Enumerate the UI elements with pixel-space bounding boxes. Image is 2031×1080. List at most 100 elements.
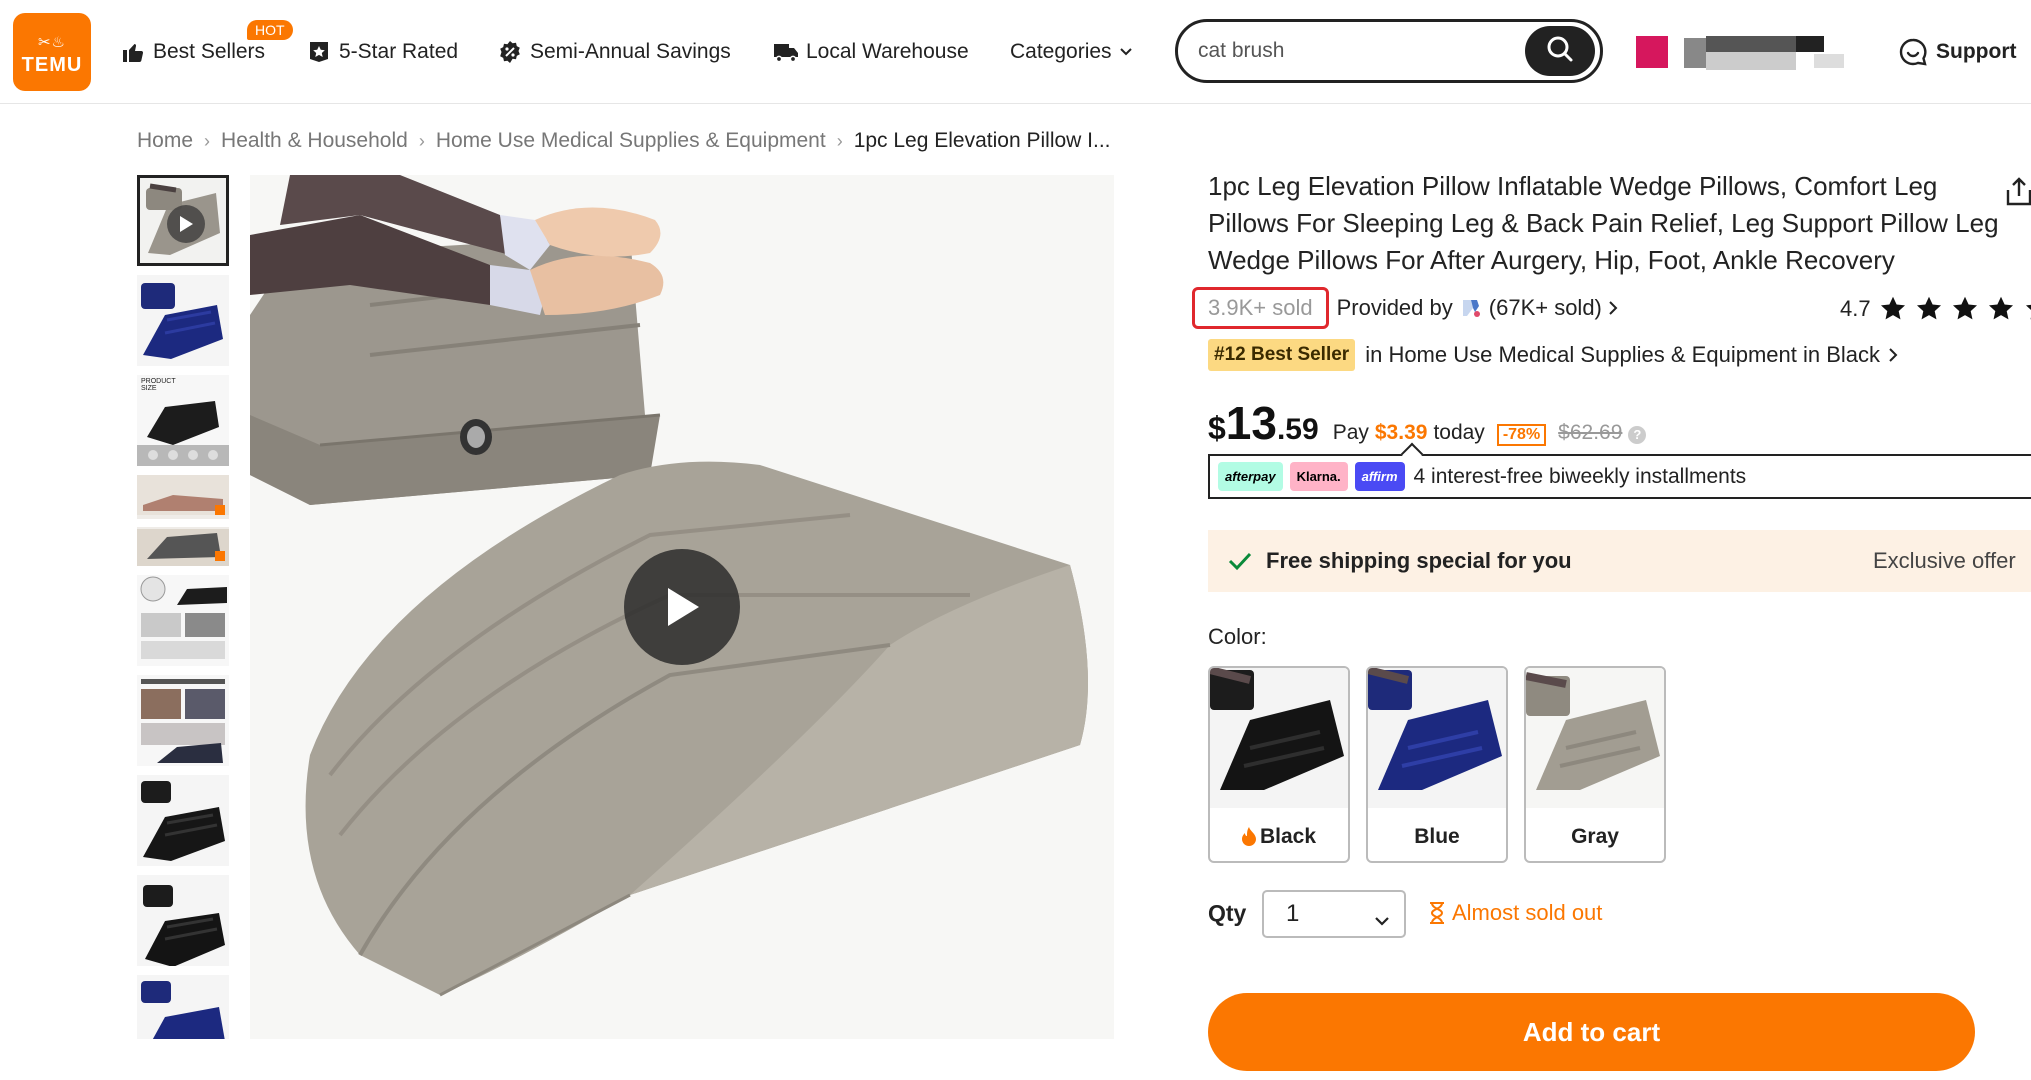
stock-status: Almost sold out: [1428, 900, 1602, 926]
temu-logo[interactable]: ✂︎♨︎ TEMU: [13, 13, 91, 91]
nav-categories[interactable]: Categories: [1010, 34, 1134, 70]
star-icon: [1952, 296, 1977, 320]
color-option-gray[interactable]: Gray: [1524, 666, 1666, 863]
nav-best-sellers-label: Best Sellers: [153, 40, 266, 63]
best-seller-row[interactable]: #12 Best Seller in Home Use Medical Supp…: [1208, 337, 1898, 373]
price-decimal: .59: [1276, 413, 1319, 446]
play-video-button[interactable]: [624, 549, 740, 665]
qty-label: Qty: [1208, 900, 1247, 926]
provider-link[interactable]: Provided by (67K+ sold): [1337, 295, 1618, 321]
info-icon[interactable]: ?: [1628, 425, 1647, 444]
thumbnail-video[interactable]: [137, 175, 229, 266]
sold-count: 3.9K+ sold: [1192, 287, 1329, 329]
pay-today-amount: $3.39: [1374, 421, 1428, 444]
color-option-label: Gray: [1526, 825, 1664, 849]
thumbnail-image[interactable]: [137, 675, 229, 766]
color-option-black[interactable]: Black: [1208, 666, 1350, 863]
support-link[interactable]: Support: [1898, 34, 2016, 70]
truck-icon: [773, 39, 799, 65]
redacted-account-block: [1814, 54, 1844, 68]
installments-text: 4 interest-free biweekly installments: [1413, 464, 1747, 488]
breadcrumb-current: 1pc Leg Elevation Pillow I...: [853, 129, 1111, 152]
chat-bubble-icon: [1898, 37, 1928, 67]
thumbnail-image[interactable]: PRODUCT SIZE: [137, 375, 229, 466]
color-swatch-image: [1210, 668, 1348, 808]
fire-icon: [1241, 827, 1256, 847]
redacted-account-block: [1706, 36, 1796, 52]
search-icon: [1546, 35, 1574, 68]
thumbnail-image[interactable]: [137, 975, 229, 1039]
play-icon: [167, 205, 205, 243]
nav-local-warehouse[interactable]: Local Warehouse: [773, 34, 969, 70]
color-option-label: Blue: [1368, 825, 1506, 849]
star-badge-icon: [306, 39, 332, 65]
breadcrumb: Home › Health & Household › Home Use Med…: [137, 126, 1111, 156]
share-icon[interactable]: [2004, 176, 2031, 213]
logo-icons: ✂︎♨︎: [37, 34, 66, 51]
thumbnail-image[interactable]: [137, 775, 229, 866]
search-bar: [1175, 19, 1603, 83]
star-icon: [1880, 296, 1905, 320]
star-icon: [1988, 296, 2013, 320]
store-logo-icon: [1459, 296, 1483, 320]
redacted-account-block: [1796, 36, 1824, 52]
logo-text: TEMU: [21, 54, 83, 76]
color-option-blue[interactable]: Blue: [1366, 666, 1508, 863]
stock-status-text: Almost sold out: [1452, 900, 1603, 925]
star-half-icon: [2025, 304, 2031, 320]
add-to-cart-button[interactable]: Add to cart: [1208, 993, 1975, 1071]
thumbnail-image[interactable]: [137, 475, 229, 566]
rating-value: 4.7: [1840, 296, 1871, 321]
provided-by-label: Provided by: [1336, 295, 1453, 320]
quantity-select[interactable]: 1: [1262, 890, 1406, 938]
nav-five-star-rated[interactable]: 5-Star Rated: [306, 34, 458, 70]
price-integer: 13: [1225, 397, 1277, 449]
color-swatch-image: [1368, 668, 1506, 808]
discount-badge: -78%: [1496, 424, 1547, 446]
best-seller-category: in Home Use Medical Supplies & Equipment…: [1365, 342, 1881, 367]
breadcrumb-home[interactable]: Home: [137, 129, 193, 153]
nav-best-sellers[interactable]: Best Sellers: [120, 34, 265, 70]
nav-semi-annual-savings[interactable]: Semi-Annual Savings: [497, 34, 731, 70]
check-icon: [1228, 551, 1252, 571]
rating-summary[interactable]: 4.7: [1840, 292, 2031, 326]
installments-banner[interactable]: afterpay Klarna. affirm 4 interest-free …: [1208, 442, 2031, 499]
thumbnail-strip: PRODUCT SIZE: [137, 175, 229, 1039]
breadcrumb-health-household[interactable]: Health & Household: [221, 129, 408, 153]
original-price: $62.69: [1558, 421, 1623, 444]
thumbnail-image[interactable]: [137, 575, 229, 666]
thumbnail-image[interactable]: [137, 875, 229, 966]
play-icon: [668, 588, 699, 626]
percent-badge-icon: [497, 39, 523, 65]
breadcrumb-medical-supplies[interactable]: Home Use Medical Supplies & Equipment: [436, 129, 826, 153]
svg-text:SIZE: SIZE: [141, 385, 157, 392]
hourglass-icon: [1428, 902, 1446, 924]
breadcrumb-separator: ›: [418, 130, 425, 151]
color-name: Black: [1259, 825, 1317, 848]
color-swatch-image: [1526, 668, 1664, 808]
thumbnail-image[interactable]: [137, 275, 229, 366]
redacted-account-block: [1706, 52, 1796, 70]
exclusive-offer-label: Exclusive offer: [1873, 548, 2016, 573]
thumbs-up-icon: [120, 39, 146, 65]
price-currency: $: [1208, 410, 1226, 446]
user-avatar[interactable]: [1636, 36, 1668, 68]
chevron-right-icon: [1888, 347, 1898, 363]
free-shipping-banner[interactable]: Free shipping special for you Exclusive …: [1208, 530, 2031, 592]
main-product-image[interactable]: [250, 175, 1114, 1039]
klarna-logo: Klarna.: [1289, 462, 1348, 491]
pay-label: Pay: [1332, 421, 1369, 444]
top-header: ✂︎♨︎ TEMU HOT Best Sellers 5-Star Rated …: [0, 0, 2031, 104]
nav-five-star-rated-label: 5-Star Rated: [339, 40, 459, 63]
pay-today-label: today: [1433, 421, 1485, 444]
search-button[interactable]: [1525, 26, 1595, 76]
search-input[interactable]: [1198, 36, 1498, 66]
color-label: Color:: [1208, 624, 1267, 649]
quantity-value: 1: [1286, 900, 1300, 927]
breadcrumb-separator: ›: [836, 130, 843, 151]
color-name: Gray: [1571, 825, 1619, 848]
redacted-account-block: [1684, 38, 1706, 68]
chevron-down-icon: [1374, 906, 1390, 934]
free-shipping-text: Free shipping special for you: [1266, 548, 1572, 573]
color-name: Blue: [1414, 825, 1460, 848]
